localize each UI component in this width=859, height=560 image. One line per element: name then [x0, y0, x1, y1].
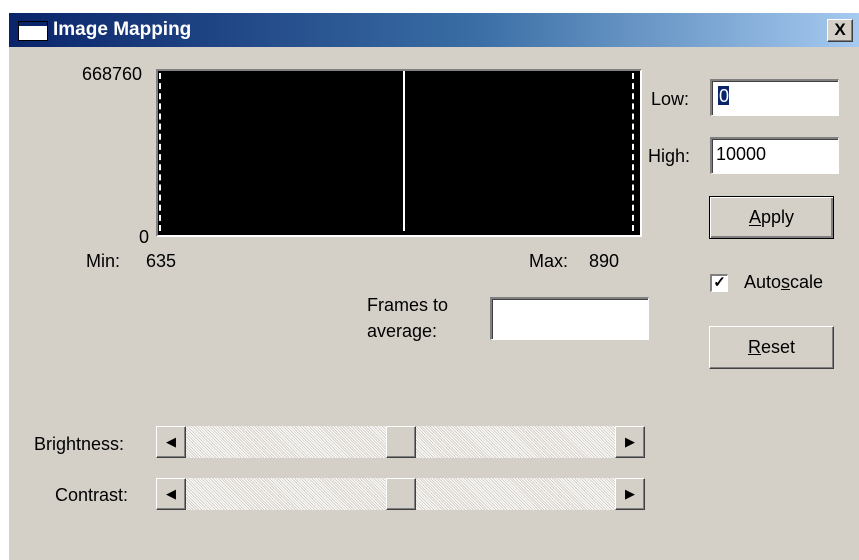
histogram-plot — [156, 69, 642, 237]
histogram-y-max-label: 668760 — [82, 64, 143, 84]
window-icon — [18, 21, 48, 41]
frames-label-line1: Frames to — [367, 295, 449, 315]
high-value: 10000 — [716, 144, 767, 164]
arrow-left-icon: ◀ — [166, 434, 176, 449]
max-value: 890 — [589, 251, 620, 271]
histogram-peak-line — [403, 71, 405, 231]
high-input[interactable]: 10000 — [710, 137, 839, 174]
low-input[interactable]: 0 — [710, 79, 839, 116]
high-label: High: — [648, 146, 691, 166]
apply-button-label: Apply — [748, 207, 795, 227]
close-button[interactable]: X — [827, 19, 853, 42]
arrow-left-icon: ◀ — [166, 486, 176, 501]
contrast-label: Contrast: — [55, 485, 129, 505]
high-marker-line[interactable] — [632, 73, 634, 231]
brightness-slider[interactable]: ◀ ▶ — [156, 426, 645, 458]
min-value: 635 — [146, 251, 177, 271]
brightness-decrease-button[interactable]: ◀ — [156, 426, 186, 458]
brightness-increase-button[interactable]: ▶ — [615, 426, 645, 458]
brightness-slider-thumb[interactable] — [385, 426, 416, 458]
contrast-increase-button[interactable]: ▶ — [615, 478, 645, 510]
arrow-right-icon: ▶ — [625, 434, 635, 449]
contrast-decrease-button[interactable]: ◀ — [156, 478, 186, 510]
arrow-right-icon: ▶ — [625, 486, 635, 501]
low-value: 0 — [719, 86, 730, 106]
max-label: Max: — [529, 251, 569, 271]
title-bar[interactable]: Image Mapping X — [9, 13, 859, 47]
brightness-label: Brightness: — [34, 434, 125, 454]
reset-button[interactable]: Reset — [709, 326, 834, 369]
frames-to-average-input[interactable] — [490, 297, 649, 340]
frames-label-line2: average: — [367, 321, 438, 341]
apply-button[interactable]: Apply — [709, 196, 834, 239]
histogram-y-min-label: 0 — [139, 227, 150, 247]
reset-button-label: Reset — [747, 337, 796, 357]
close-icon: X — [834, 20, 846, 39]
low-marker-line[interactable] — [159, 73, 161, 231]
low-label: Low: — [651, 89, 690, 109]
window-title: Image Mapping — [53, 19, 192, 40]
contrast-slider[interactable]: ◀ ▶ — [156, 478, 645, 510]
image-mapping-window: Image Mapping X 668760 0 Min: 635 Max: 8… — [8, 12, 859, 560]
autoscale-checkbox[interactable]: ✓ — [710, 274, 728, 292]
min-label: Min: — [86, 251, 121, 271]
autoscale-label[interactable]: Autoscale — [744, 272, 823, 293]
contrast-slider-thumb[interactable] — [385, 478, 416, 510]
checkmark-icon: ✓ — [713, 274, 726, 291]
